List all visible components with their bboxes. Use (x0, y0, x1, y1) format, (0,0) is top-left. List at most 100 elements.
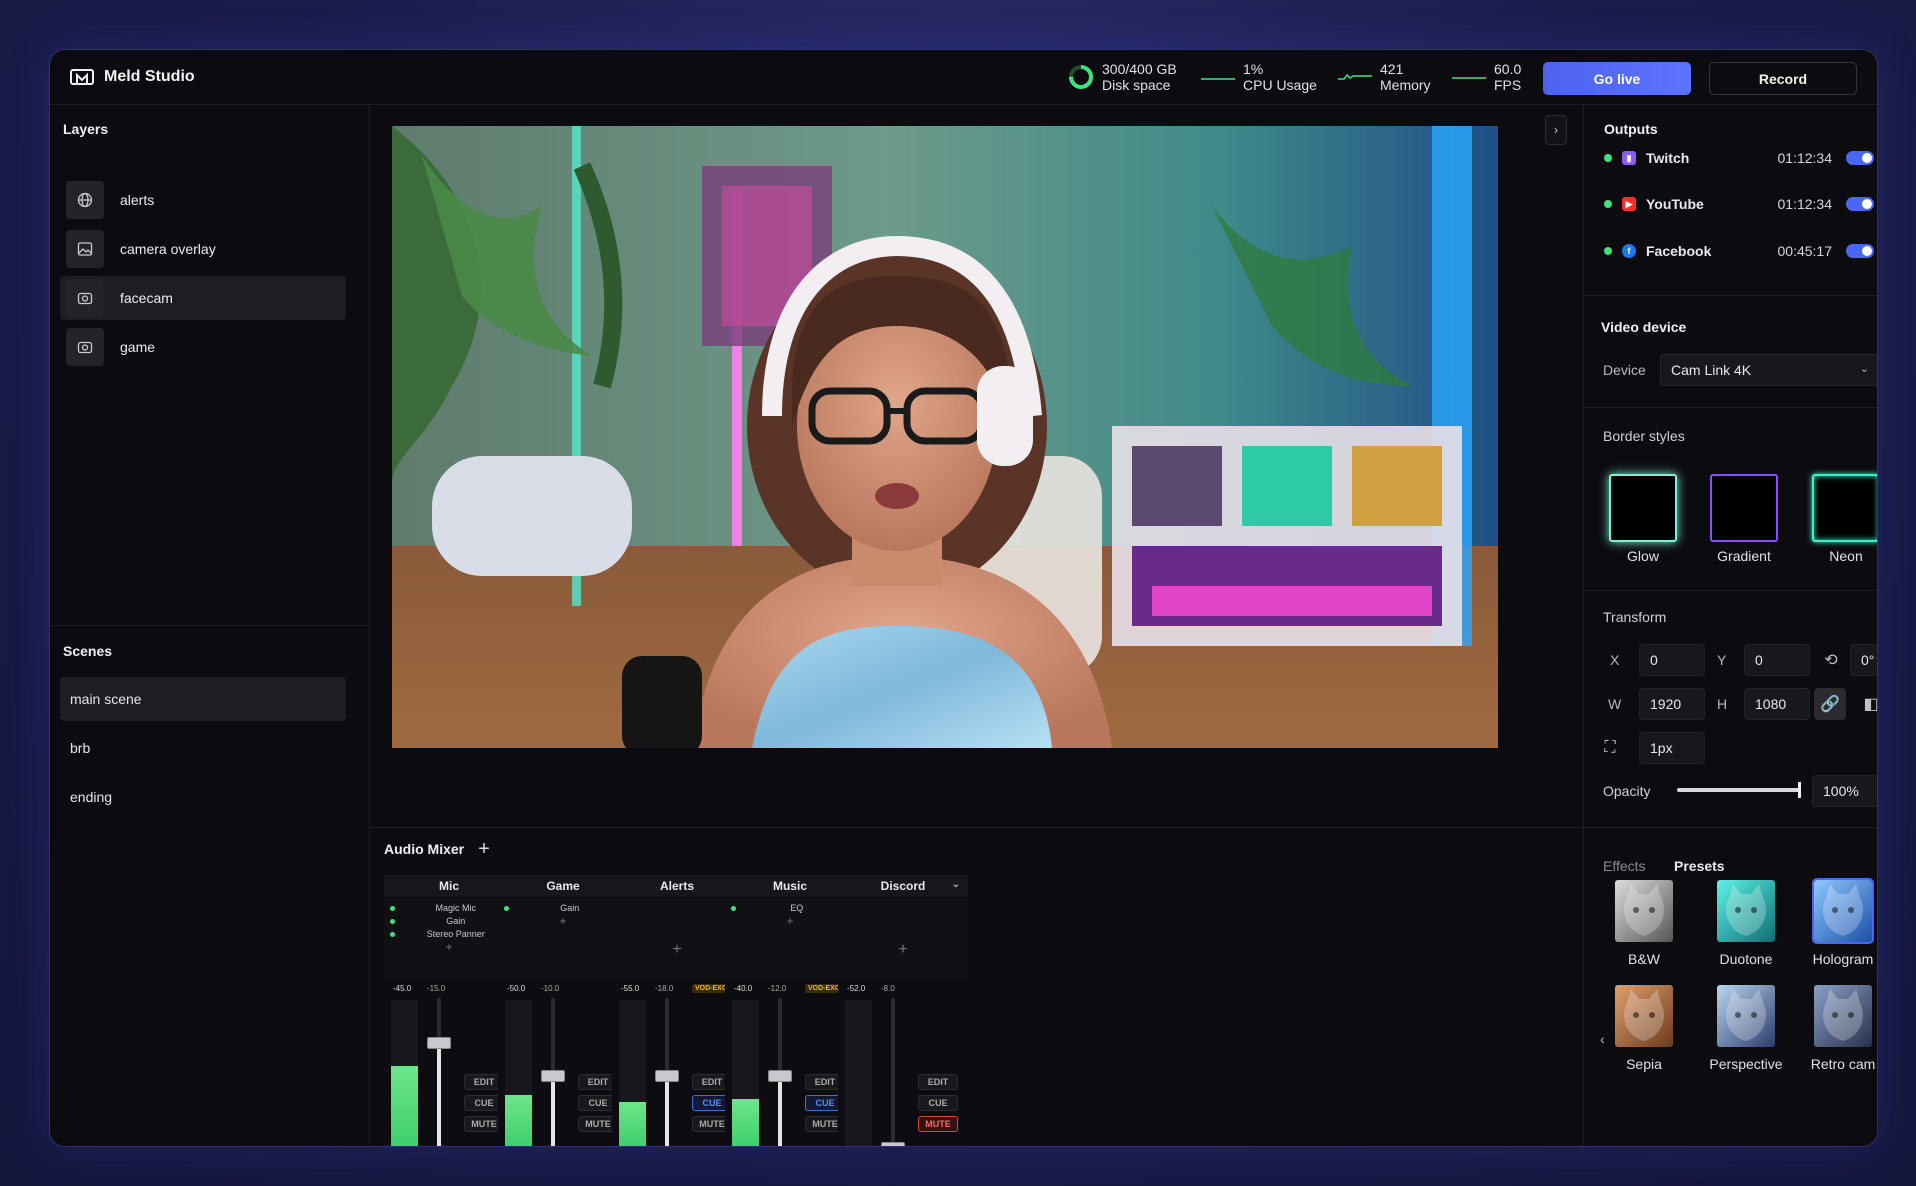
add-effect-button[interactable]: + (498, 914, 628, 928)
strip-header[interactable]: Discord ⌄ (838, 875, 968, 897)
output-toggle[interactable] (1846, 197, 1874, 211)
opacity-label: Opacity (1603, 783, 1651, 799)
output-toggle[interactable] (1846, 244, 1874, 258)
level-meter (732, 1000, 759, 1146)
effect-row[interactable]: Magic Mic≚ (390, 901, 506, 915)
output-name: YouTube (1646, 196, 1704, 212)
facebook-icon: f (1622, 244, 1636, 258)
device-label: Device (1603, 362, 1646, 378)
volume-fader[interactable] (427, 998, 451, 1146)
tab-effects[interactable]: Effects (1603, 858, 1646, 874)
volume-fader[interactable] (541, 998, 565, 1146)
cue-button[interactable]: CUE (918, 1095, 958, 1111)
fader-area: -52.0 -8.0 EDIT CUE MUTE (838, 980, 968, 1146)
add-effect-button[interactable]: + (725, 914, 855, 928)
effect-row[interactable]: EQ≚ (731, 901, 847, 915)
x-input[interactable]: 0 (1639, 644, 1705, 676)
link-aspect-button[interactable]: 🔗 (1814, 688, 1846, 720)
effect-name: EQ (790, 903, 804, 913)
preset-tile[interactable] (1812, 878, 1874, 944)
opacity-input[interactable]: 100% (1812, 775, 1877, 807)
output-item-facebook[interactable]: f Facebook 00:45:17 (1604, 240, 1874, 262)
layer-item-alerts[interactable]: alerts (60, 178, 346, 222)
effect-row[interactable]: Gain≚ (504, 901, 620, 915)
fader-area: -50.0 -10.0 EDIT CUE MUTE (498, 980, 628, 1146)
rotation-input[interactable]: 0° (1850, 644, 1877, 676)
record-button[interactable]: Record (1709, 62, 1857, 95)
border-style-glow[interactable] (1609, 474, 1677, 542)
border-style-neon[interactable] (1812, 474, 1877, 542)
mute-button[interactable]: MUTE (918, 1116, 958, 1132)
preset-tile[interactable] (1615, 880, 1673, 942)
strip-header[interactable]: Music⌄ (725, 875, 855, 897)
border-size-input[interactable]: 1px (1639, 732, 1705, 764)
output-item-youtube[interactable]: ▶ YouTube 01:12:34 (1604, 193, 1874, 215)
strip-header[interactable]: Alerts⌄ (612, 875, 742, 897)
device-select[interactable]: Cam Link 4K ⌄ (1660, 354, 1877, 386)
add-effect-button[interactable]: + (838, 941, 968, 959)
border-style-gradient[interactable] (1710, 474, 1778, 542)
layer-label: alerts (120, 192, 155, 208)
video-preview[interactable] (392, 126, 1498, 748)
flip-horizontal-button[interactable]: ◧ (1855, 688, 1877, 720)
volume-fader-knob[interactable] (881, 1142, 905, 1146)
layer-item-facecam[interactable]: facecam (60, 276, 346, 320)
output-toggle[interactable] (1846, 151, 1874, 165)
output-name: Facebook (1646, 243, 1712, 259)
volume-fader[interactable] (655, 998, 679, 1146)
volume-fader[interactable] (768, 998, 792, 1146)
peak-readout: -50.0 (507, 984, 526, 993)
rotation-value: 0° (1861, 652, 1875, 668)
image-icon (66, 230, 104, 268)
gain-readout: -10.0 (541, 984, 560, 993)
border-divider (1584, 590, 1877, 591)
scene-item-main-scene[interactable]: main scene (60, 677, 346, 721)
volume-fader-knob[interactable] (541, 1070, 565, 1082)
add-effect-button[interactable]: + (612, 941, 742, 959)
volume-fader[interactable] (881, 998, 905, 1146)
level-meter-fill (619, 1102, 646, 1146)
border-size-value: 1px (1650, 740, 1673, 756)
mixer-strip-mic: Mic⌄ Magic Mic≚Gain≚Stereo Panner≚+ -45.… (384, 875, 514, 1146)
add-effect-button[interactable]: + (384, 940, 514, 954)
scene-item-brb[interactable]: brb (60, 726, 346, 770)
go-live-button[interactable]: Go live (1543, 62, 1691, 95)
volume-fader-fill (665, 1076, 669, 1146)
preset-tile[interactable] (1615, 985, 1673, 1047)
effect-row[interactable]: Gain≚ (390, 914, 506, 928)
disk-value: 300/400 GB (1102, 61, 1177, 77)
edit-button[interactable]: EDIT (918, 1074, 958, 1090)
level-meter-fill (732, 1099, 759, 1146)
volume-fader-knob[interactable] (768, 1070, 792, 1082)
peak-readout: -40.0 (734, 984, 753, 993)
cat-thumbnail-icon (1823, 989, 1863, 1041)
opacity-slider-thumb[interactable] (1798, 782, 1801, 798)
chevron-left-icon[interactable]: ‹ (1600, 1031, 1605, 1047)
y-input[interactable]: 0 (1744, 644, 1810, 676)
width-input[interactable]: 1920 (1639, 688, 1705, 720)
output-item-twitch[interactable]: ▮ Twitch 01:12:34 (1604, 147, 1874, 169)
scene-item-ending[interactable]: ending (60, 775, 346, 819)
strip-header[interactable]: Game⌄ (498, 875, 628, 897)
add-audio-source-button[interactable]: + (478, 839, 490, 859)
layer-item-camera-overlay[interactable]: camera overlay (60, 227, 346, 271)
audio-mixer: Audio Mixer + Mic⌄ Magic Mic≚Gain≚Stereo… (370, 828, 1583, 1146)
volume-fader-knob[interactable] (427, 1037, 451, 1049)
opacity-slider[interactable] (1677, 782, 1801, 798)
effect-status-dot (390, 905, 395, 911)
layers-title: Layers (63, 121, 109, 137)
height-input[interactable]: 1080 (1744, 688, 1810, 720)
layer-item-game[interactable]: game (60, 325, 346, 369)
volume-fader-knob[interactable] (655, 1070, 679, 1082)
globe-icon (66, 181, 104, 219)
cat-thumbnail-icon (1726, 884, 1766, 936)
effect-row[interactable]: Stereo Panner≚ (390, 927, 506, 941)
strip-header[interactable]: Mic⌄ (384, 875, 514, 897)
fader-area: -55.0 -18.0 VOD-EXCL EDIT CUE MUTE (612, 980, 742, 1146)
preset-tile[interactable] (1717, 880, 1775, 942)
strip-effects: EQ≚+ (725, 897, 855, 980)
tab-presets[interactable]: Presets (1674, 858, 1725, 874)
preset-tile[interactable] (1717, 985, 1775, 1047)
preset-tile[interactable] (1814, 985, 1872, 1047)
collapse-panel-button[interactable]: › (1545, 115, 1567, 145)
